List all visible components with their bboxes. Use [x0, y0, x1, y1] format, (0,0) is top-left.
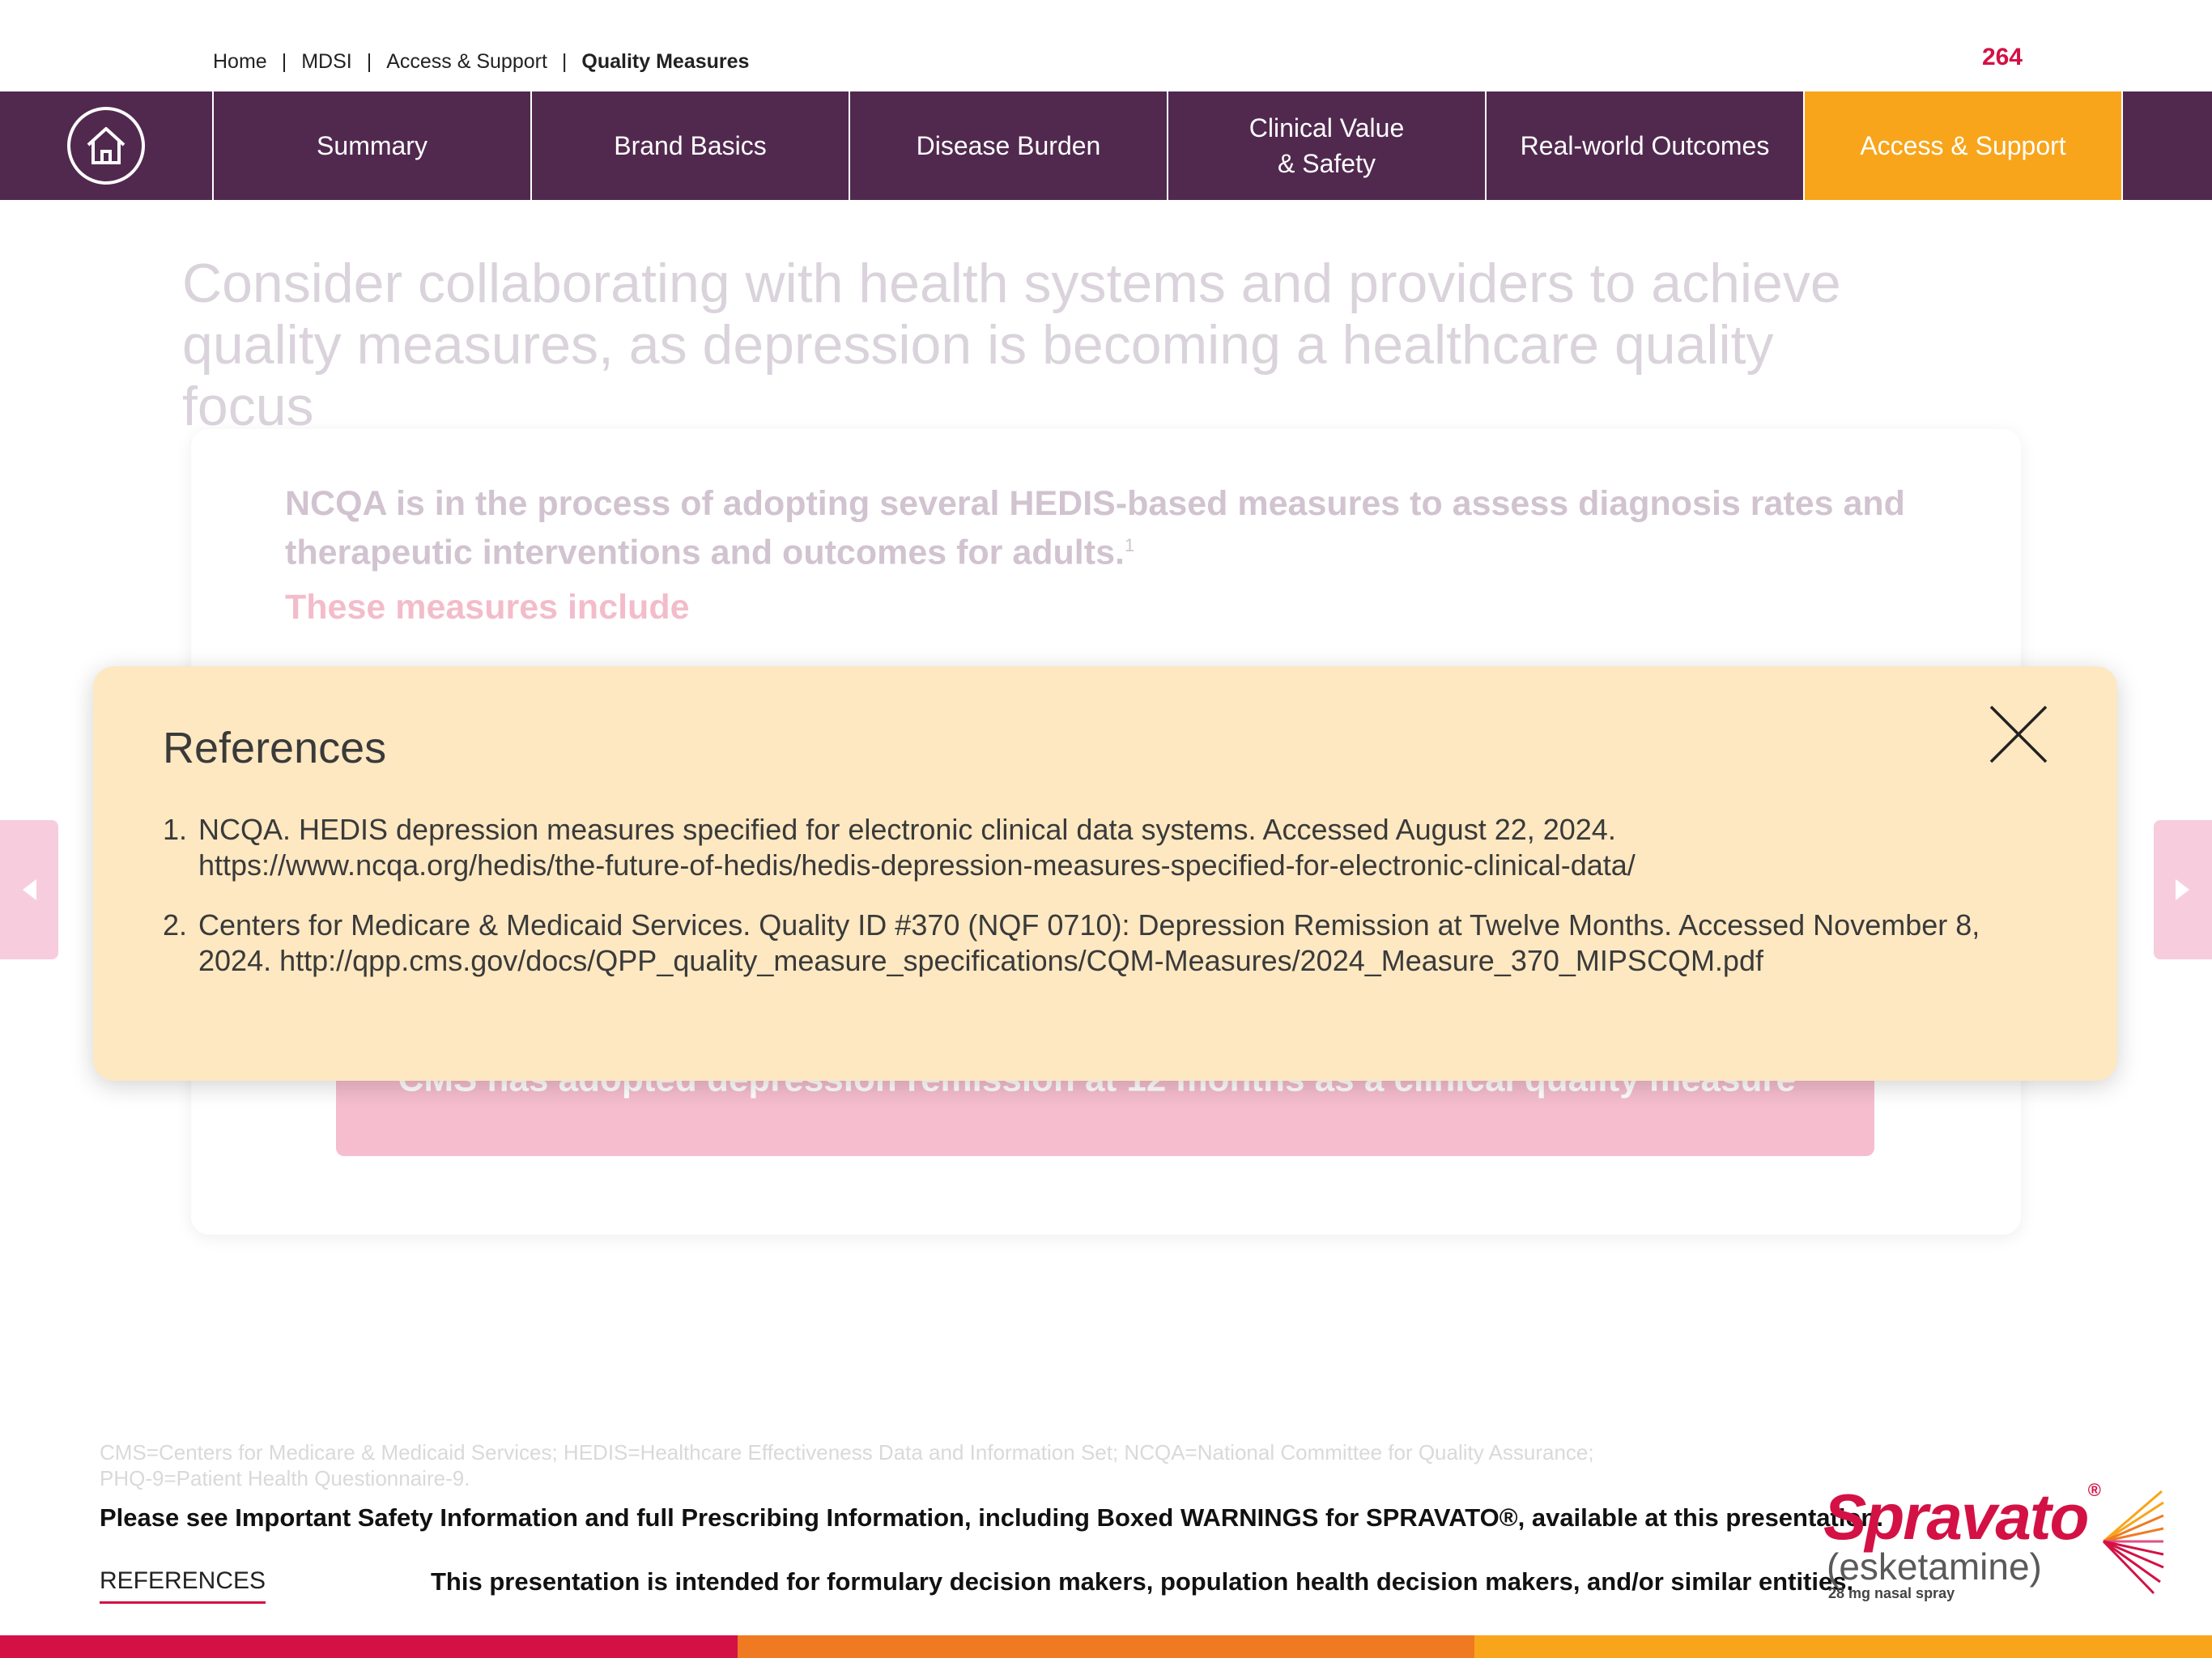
close-icon: [1989, 705, 2048, 763]
page-number: 264: [1981, 44, 2023, 70]
page-headline: Consider collaborating with health syste…: [182, 253, 1841, 437]
arrow-right-icon: [2176, 879, 2189, 900]
references-link[interactable]: REFERENCES: [100, 1567, 266, 1604]
next-page-button[interactable]: [2154, 820, 2212, 959]
breadcrumb-separator: |: [561, 49, 568, 73]
references-list: 1. NCQA. HEDIS depression measures speci…: [163, 812, 2025, 1003]
safety-information-notice: Please see Important Safety Information …: [100, 1503, 1883, 1532]
breadcrumb-access-support[interactable]: Access & Support: [386, 50, 547, 74]
bottom-color-bar: [0, 1635, 2212, 1658]
tab-real-world-outcomes[interactable]: Real-world Outcomes: [1487, 91, 1805, 200]
intro-text: NCQA is in the process of adopting sever…: [285, 484, 1905, 572]
reference-item: 1. NCQA. HEDIS depression measures speci…: [163, 813, 1636, 882]
reference-item: 2. Centers for Medicare & Medicaid Servi…: [163, 908, 1980, 977]
intro-ref[interactable]: 1: [1125, 535, 1134, 555]
references-modal: References 1. NCQA. HEDIS depression mea…: [93, 666, 2117, 1081]
measures-label: These measures include: [285, 588, 690, 627]
audience-notice: This presentation is intended for formul…: [431, 1567, 1854, 1596]
tab-brand-basics[interactable]: Brand Basics: [532, 91, 850, 200]
breadcrumb-separator: |: [366, 49, 372, 73]
main-nav: Summary Brand Basics Disease Burden Clin…: [0, 91, 2212, 200]
breadcrumb-mdsi[interactable]: MDSI: [301, 50, 352, 74]
arrow-left-icon: [23, 879, 36, 900]
spravato-logo: Spravato® (esketamine) 28 mg nasal spray: [1823, 1480, 2168, 1603]
home-button[interactable]: [0, 91, 214, 200]
modal-title: References: [163, 724, 387, 772]
breadcrumb-separator: |: [281, 49, 287, 73]
breadcrumb-current: Quality Measures: [581, 49, 750, 73]
breadcrumb-home[interactable]: Home: [213, 50, 267, 74]
tab-clinical-value-safety[interactable]: Clinical Value & Safety: [1168, 91, 1487, 200]
close-button[interactable]: [1988, 704, 2049, 765]
sunburst-icon: [2102, 1490, 2164, 1595]
abbreviations-footnote: CMS=Centers for Medicare & Medicaid Serv…: [100, 1440, 1594, 1490]
tab-disease-burden[interactable]: Disease Burden: [850, 91, 1168, 200]
tab-summary[interactable]: Summary: [214, 91, 532, 200]
breadcrumb: Home | MDSI | Access & Support | Quality…: [213, 49, 749, 74]
home-icon: [67, 107, 145, 185]
previous-page-button[interactable]: [0, 820, 58, 959]
tab-access-support[interactable]: Access & Support: [1805, 91, 2123, 200]
